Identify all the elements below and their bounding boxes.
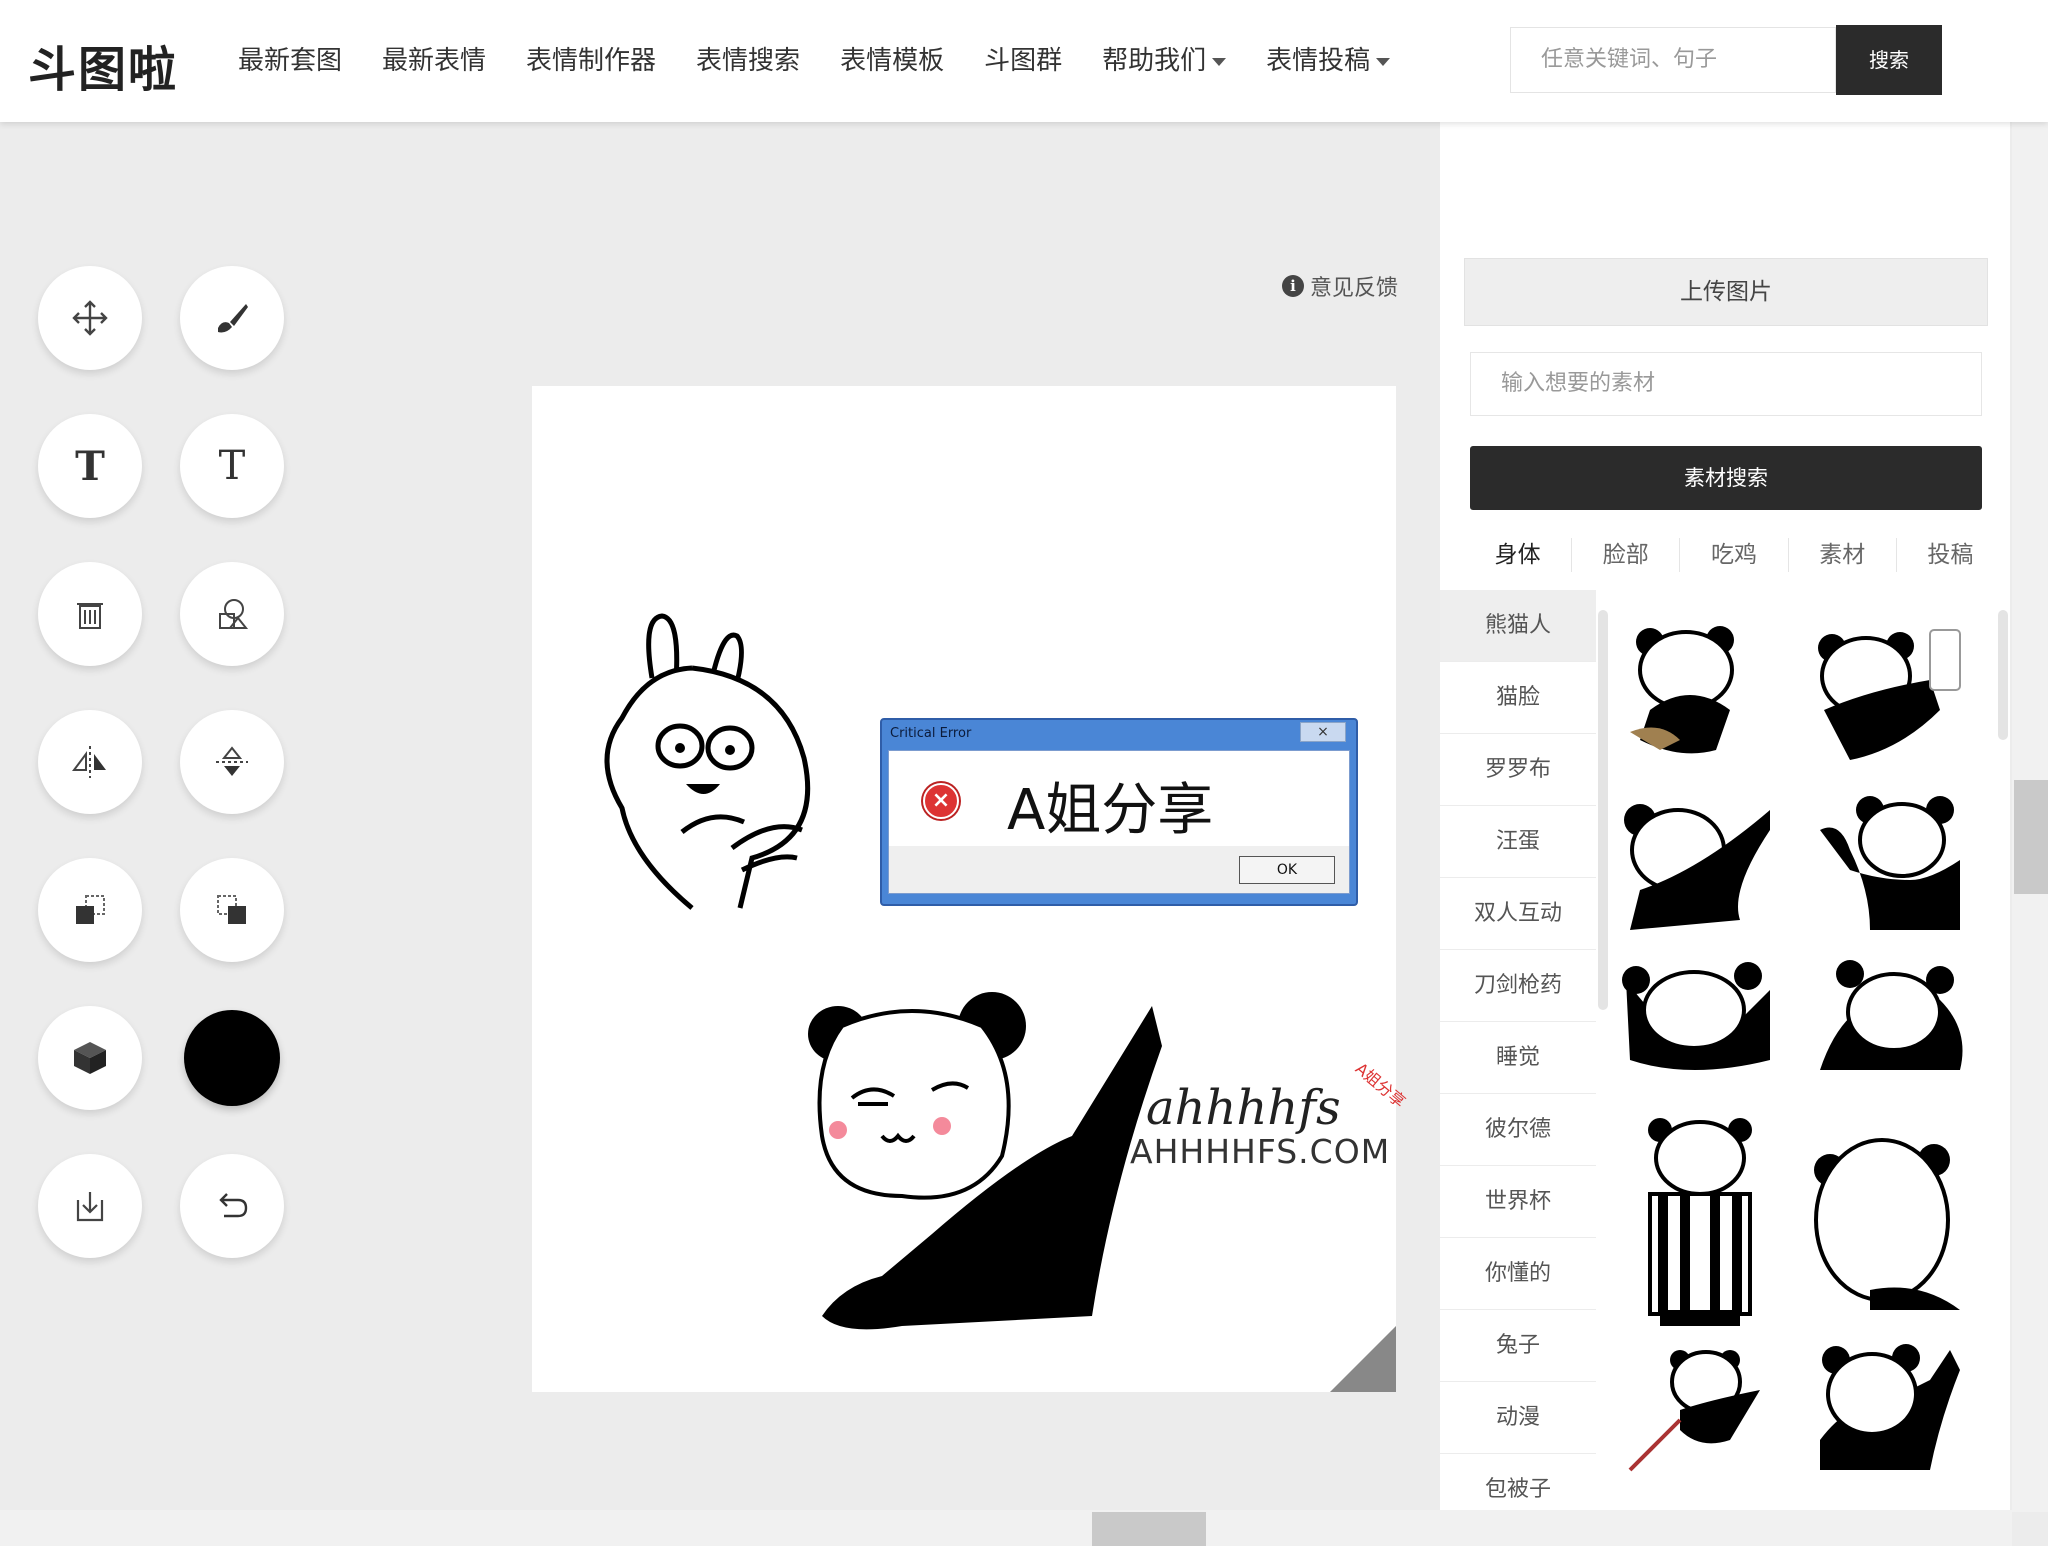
text-bold-icon: T (75, 442, 105, 490)
sticker-thumb[interactable] (1810, 1130, 1970, 1320)
color-picker[interactable] (184, 1010, 280, 1106)
undo-button[interactable] (180, 1154, 284, 1258)
category-item[interactable]: 汪蛋 (1440, 806, 1596, 878)
page-horizontal-scrollbar[interactable] (0, 1510, 2012, 1546)
nav-submit-sticker[interactable]: 表情投稿 (1266, 40, 1391, 77)
move-tool-button[interactable] (38, 266, 142, 370)
3d-object-button[interactable] (38, 1006, 142, 1110)
sticker-thumb[interactable] (1620, 790, 1780, 940)
resize-handle[interactable] (1330, 1326, 1396, 1392)
tab-face[interactable]: 脸部 (1572, 538, 1681, 572)
category-item[interactable]: 兔子 (1440, 1310, 1596, 1382)
nav-help-us-label: 帮助我们 (1102, 46, 1207, 76)
category-item[interactable]: 熊猫人 (1440, 590, 1596, 662)
chevron-down-icon (1376, 57, 1391, 66)
editor-canvas[interactable]: Critical Error × × A姐分享 OK (532, 386, 1396, 1392)
category-scrollbar[interactable] (1598, 610, 1608, 1010)
watermark-script: ahhhhfs (1146, 1080, 1341, 1136)
nav-sticker-groups[interactable]: 斗图群 (984, 40, 1062, 77)
page-vertical-scroll-thumb[interactable] (2014, 780, 2048, 894)
dialog-ok-button: OK (1239, 856, 1335, 884)
error-dialog-sticker[interactable]: Critical Error × × A姐分享 OK (880, 718, 1358, 906)
category-item[interactable]: 彼尔德 (1440, 1094, 1596, 1166)
panda-sticker[interactable] (782, 986, 1182, 1346)
tab-pubg[interactable]: 吃鸡 (1680, 538, 1789, 572)
nav-submit-sticker-label: 表情投稿 (1266, 46, 1371, 76)
sticker-thumb[interactable] (1810, 620, 1970, 770)
text-size-button[interactable]: T (180, 414, 284, 518)
flip-vertical-button[interactable] (180, 710, 284, 814)
search-button[interactable]: 搜索 (1836, 25, 1942, 95)
bring-forward-icon (217, 895, 246, 924)
cube-icon (74, 1042, 106, 1074)
category-item[interactable]: 你懂的 (1440, 1238, 1596, 1310)
tab-material[interactable]: 素材 (1789, 538, 1897, 572)
sticker-thumb[interactable] (1620, 950, 1780, 1100)
category-item[interactable]: 猫脸 (1440, 662, 1596, 734)
feedback-link[interactable]: i 意见反馈 (1282, 270, 1398, 302)
send-backward-button[interactable] (38, 858, 142, 962)
watermark-domain: AHHHHFS.COM (1130, 1132, 1391, 1171)
material-search-input[interactable]: 输入想要的素材 (1470, 352, 1982, 416)
sticker-thumb[interactable] (1810, 950, 1970, 1100)
sticker-grid (1620, 610, 1990, 1510)
nav-sticker-maker[interactable]: 表情制作器 (526, 40, 656, 77)
download-button[interactable] (38, 1154, 142, 1258)
feedback-label: 意见反馈 (1310, 276, 1399, 301)
category-item[interactable]: 刀剑枪药 (1440, 950, 1596, 1022)
category-item[interactable]: 双人互动 (1440, 878, 1596, 950)
sticker-thumb[interactable] (1620, 620, 1780, 770)
dialog-message: A姐分享 (1007, 778, 1214, 843)
category-list: 熊猫人 猫脸 罗罗布 汪蛋 双人互动 刀剑枪药 睡觉 彼尔德 世界杯 你懂的 兔… (1440, 590, 1596, 1510)
bring-forward-button[interactable] (180, 858, 284, 962)
brush-tool-button[interactable] (180, 266, 284, 370)
nav-latest-stickers[interactable]: 最新表情 (382, 40, 486, 77)
tab-body[interactable]: 身体 (1464, 538, 1573, 572)
error-icon: × (923, 783, 959, 819)
info-icon: i (1282, 275, 1304, 297)
material-search-button[interactable]: 素材搜索 (1470, 446, 1982, 510)
add-text-button[interactable]: T (38, 414, 142, 518)
category-item[interactable]: 世界杯 (1440, 1166, 1596, 1238)
sticker-thumb[interactable] (1810, 1330, 1970, 1480)
undo-icon (219, 1193, 248, 1218)
flip-horizontal-button[interactable] (38, 710, 142, 814)
category-item[interactable]: 动漫 (1440, 1382, 1596, 1454)
category-item[interactable]: 包被子 (1440, 1454, 1596, 1510)
upload-image-button[interactable]: 上传图片 (1464, 258, 1988, 326)
category-item[interactable]: 睡觉 (1440, 1022, 1596, 1094)
nav-latest-sets[interactable]: 最新套图 (238, 40, 342, 77)
text-size-icon: T (218, 443, 246, 489)
sticker-thumb[interactable] (1620, 1330, 1780, 1480)
keyword-search-input[interactable]: 任意关键词、句子 (1510, 27, 1836, 93)
dialog-title: Critical Error (890, 726, 972, 741)
chevron-down-icon (1212, 57, 1227, 66)
download-icon (76, 1192, 104, 1222)
tab-submit[interactable]: 投稿 (1897, 538, 2004, 572)
page-horizontal-scroll-thumb[interactable] (1092, 1512, 1206, 1546)
nav-help-us[interactable]: 帮助我们 (1102, 40, 1227, 77)
top-header: 斗图啦 最新套图 最新表情 表情制作器 表情搜索 表情模板 斗图群 帮助我们 表… (0, 0, 2048, 122)
brush-icon (218, 304, 248, 333)
close-icon: × (1300, 722, 1346, 742)
nav-sticker-search[interactable]: 表情搜索 (696, 40, 800, 77)
rabbit-sticker[interactable] (592, 608, 832, 918)
sticker-scrollbar[interactable] (1998, 610, 2008, 740)
site-logo[interactable]: 斗图啦 (28, 30, 178, 100)
category-item[interactable]: 罗罗布 (1440, 734, 1596, 806)
shapes-button[interactable] (180, 562, 284, 666)
material-tabs: 身体 脸部 吃鸡 素材 投稿 (1464, 538, 2004, 572)
sticker-thumb[interactable] (1620, 1110, 1780, 1330)
flip-horizontal-icon (72, 746, 106, 778)
main-nav: 最新套图 最新表情 表情制作器 表情搜索 表情模板 斗图群 帮助我们 表情投稿 (238, 40, 1430, 77)
dialog-footer: OK (888, 846, 1350, 894)
delete-button[interactable] (38, 562, 142, 666)
sticker-thumb[interactable] (1810, 790, 1970, 940)
shapes-icon (219, 599, 249, 629)
flip-vertical-icon (216, 746, 248, 776)
send-backward-icon (76, 895, 105, 924)
trash-icon (77, 603, 103, 629)
move-icon (72, 300, 108, 336)
nav-sticker-templates[interactable]: 表情模板 (840, 40, 944, 77)
